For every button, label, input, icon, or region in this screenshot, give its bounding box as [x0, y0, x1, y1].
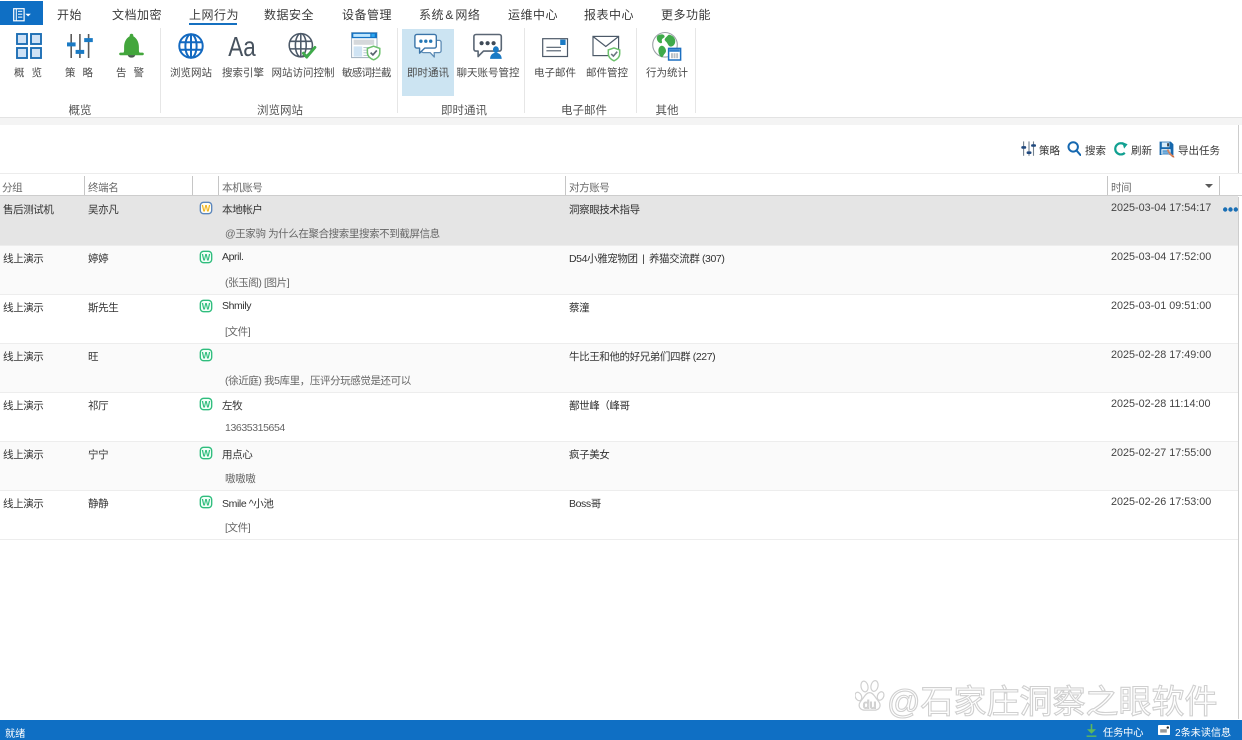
svg-text:W: W	[202, 252, 211, 262]
svg-text:du: du	[863, 697, 876, 711]
svg-text:W: W	[202, 301, 211, 311]
svg-text:Aa: Aa	[228, 33, 256, 59]
svg-text:W: W	[202, 497, 211, 507]
svg-text:W: W	[202, 448, 211, 458]
svg-text:W: W	[202, 399, 211, 409]
svg-text:W: W	[202, 350, 211, 360]
svg-text:W: W	[202, 203, 211, 213]
